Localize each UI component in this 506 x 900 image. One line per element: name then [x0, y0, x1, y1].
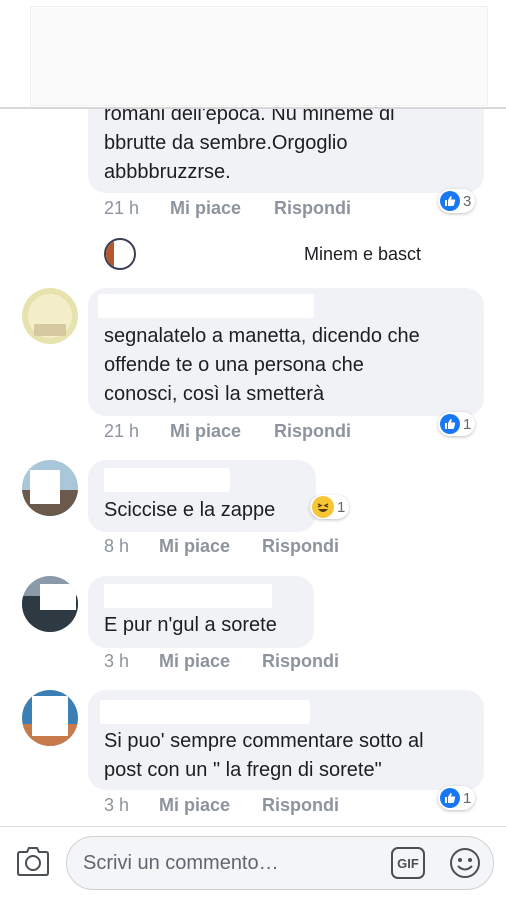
comment-text-line: Sciccise e la zappe — [104, 499, 276, 521]
reaction-badge[interactable]: 1 — [438, 786, 476, 810]
comment-time: 21 h — [104, 421, 140, 441]
comment-text-line: abbbbruzzrse. — [104, 161, 231, 183]
reply-button[interactable]: Rispondi — [262, 536, 339, 557]
reaction-badge[interactable]: 1 — [310, 495, 350, 519]
comment-text-line: bbrutte da sembre.Orgoglio — [104, 132, 348, 154]
comment-text-line: offende te o una persona che — [104, 354, 364, 376]
comment-text-line: Si puo' sempre commentare sotto al — [104, 730, 424, 752]
reaction-count: 3 — [463, 192, 472, 210]
comment-text-line: segnalatelo a manetta, dicendo che — [104, 325, 420, 347]
laughing-emoji-icon — [312, 496, 334, 518]
comment-text-line: post con un " la fregn di sorete" — [104, 759, 382, 781]
redacted-author-name — [98, 294, 314, 318]
thumbs-up-icon — [440, 788, 460, 808]
redacted-post-header — [0, 0, 506, 107]
reaction-count: 1 — [463, 415, 472, 433]
like-button[interactable]: Mi piace — [170, 421, 241, 442]
header-divider — [0, 107, 506, 109]
avatar[interactable] — [104, 238, 136, 270]
thumbs-up-icon — [440, 191, 460, 211]
comment-composer[interactable]: Scrivi un commento… GIF — [66, 836, 494, 890]
camera-icon[interactable] — [16, 846, 50, 878]
emoji-icon[interactable] — [448, 846, 482, 880]
redacted-author-name — [104, 584, 272, 608]
redacted-author-name — [100, 700, 310, 724]
avatar[interactable] — [22, 460, 78, 516]
gif-icon[interactable]: GIF — [391, 847, 425, 879]
comment-time: 3 h — [104, 795, 130, 815]
reply-button[interactable]: Rispondi — [274, 198, 351, 219]
avatar[interactable] — [22, 576, 78, 632]
avatar[interactable] — [22, 288, 78, 344]
reply-preview-text[interactable]: Minem e basct — [304, 240, 421, 269]
comment-time: 21 h — [104, 198, 140, 218]
comment-text-line: E pur n'gul a sorete — [104, 614, 277, 636]
redacted-area — [30, 6, 488, 106]
reaction-count: 1 — [337, 498, 346, 516]
comment-text-line: conosci, così la smetterà — [104, 383, 325, 405]
comment-input-placeholder[interactable]: Scrivi un commento… — [83, 852, 279, 875]
like-button[interactable]: Mi piace — [170, 198, 241, 219]
gif-label: GIF — [397, 855, 419, 871]
composer-divider — [0, 826, 506, 827]
comment-time: 3 h — [104, 651, 130, 671]
redacted-author-name — [104, 468, 230, 492]
reply-button[interactable]: Rispondi — [262, 651, 339, 672]
like-button[interactable]: Mi piace — [159, 651, 230, 672]
thumbs-up-icon — [440, 414, 460, 434]
like-button[interactable]: Mi piace — [159, 795, 230, 816]
reaction-count: 1 — [463, 789, 472, 807]
reaction-badge[interactable]: 3 — [438, 189, 476, 213]
like-button[interactable]: Mi piace — [159, 536, 230, 557]
comment-time: 8 h — [104, 536, 130, 556]
reaction-badge[interactable]: 1 — [438, 412, 476, 436]
avatar[interactable] — [22, 690, 78, 746]
reply-button[interactable]: Rispondi — [274, 421, 351, 442]
reply-button[interactable]: Rispondi — [262, 795, 339, 816]
